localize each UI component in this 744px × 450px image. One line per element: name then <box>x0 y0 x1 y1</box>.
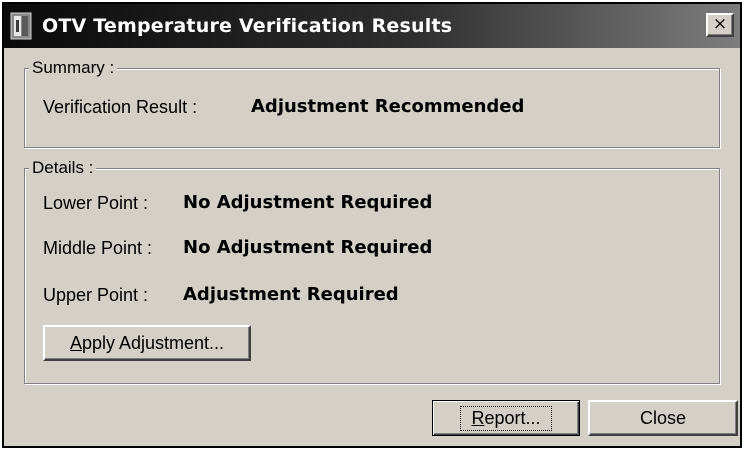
close-button-label: Close <box>639 407 687 428</box>
middle-point-label: Middle Point : <box>43 238 153 258</box>
details-group-label: Details : <box>29 158 97 178</box>
report-button[interactable]: Report... <box>432 400 580 436</box>
dialog-window: OTV Temperature Verification Results × S… <box>2 2 742 448</box>
upper-point-label: Upper Point : <box>43 285 149 305</box>
close-icon: × <box>712 14 728 34</box>
close-window-button[interactable]: × <box>706 13 734 37</box>
report-button-label: Report... <box>460 405 552 431</box>
title-bar[interactable]: OTV Temperature Verification Results × <box>4 4 740 48</box>
window-title: OTV Temperature Verification Results <box>42 15 453 37</box>
middle-point-value: No Adjustment Required <box>183 237 433 258</box>
apply-adjustment-button[interactable]: Apply Adjustment... <box>43 325 251 361</box>
lower-point-value: No Adjustment Required <box>183 192 433 213</box>
verification-result-value: Adjustment Recommended <box>251 96 525 117</box>
close-button[interactable]: Close <box>588 400 738 436</box>
app-icon <box>10 12 32 40</box>
upper-point-value: Adjustment Required <box>183 284 399 305</box>
lower-point-label: Lower Point : <box>43 193 149 213</box>
summary-group: Summary : Verification Result : Adjustme… <box>24 58 720 148</box>
verification-result-label: Verification Result : <box>43 97 198 117</box>
details-group: Details : Lower Point : No Adjustment Re… <box>24 158 720 384</box>
apply-adjustment-label: Apply Adjustment... <box>69 332 225 353</box>
summary-group-label: Summary : <box>29 58 118 78</box>
